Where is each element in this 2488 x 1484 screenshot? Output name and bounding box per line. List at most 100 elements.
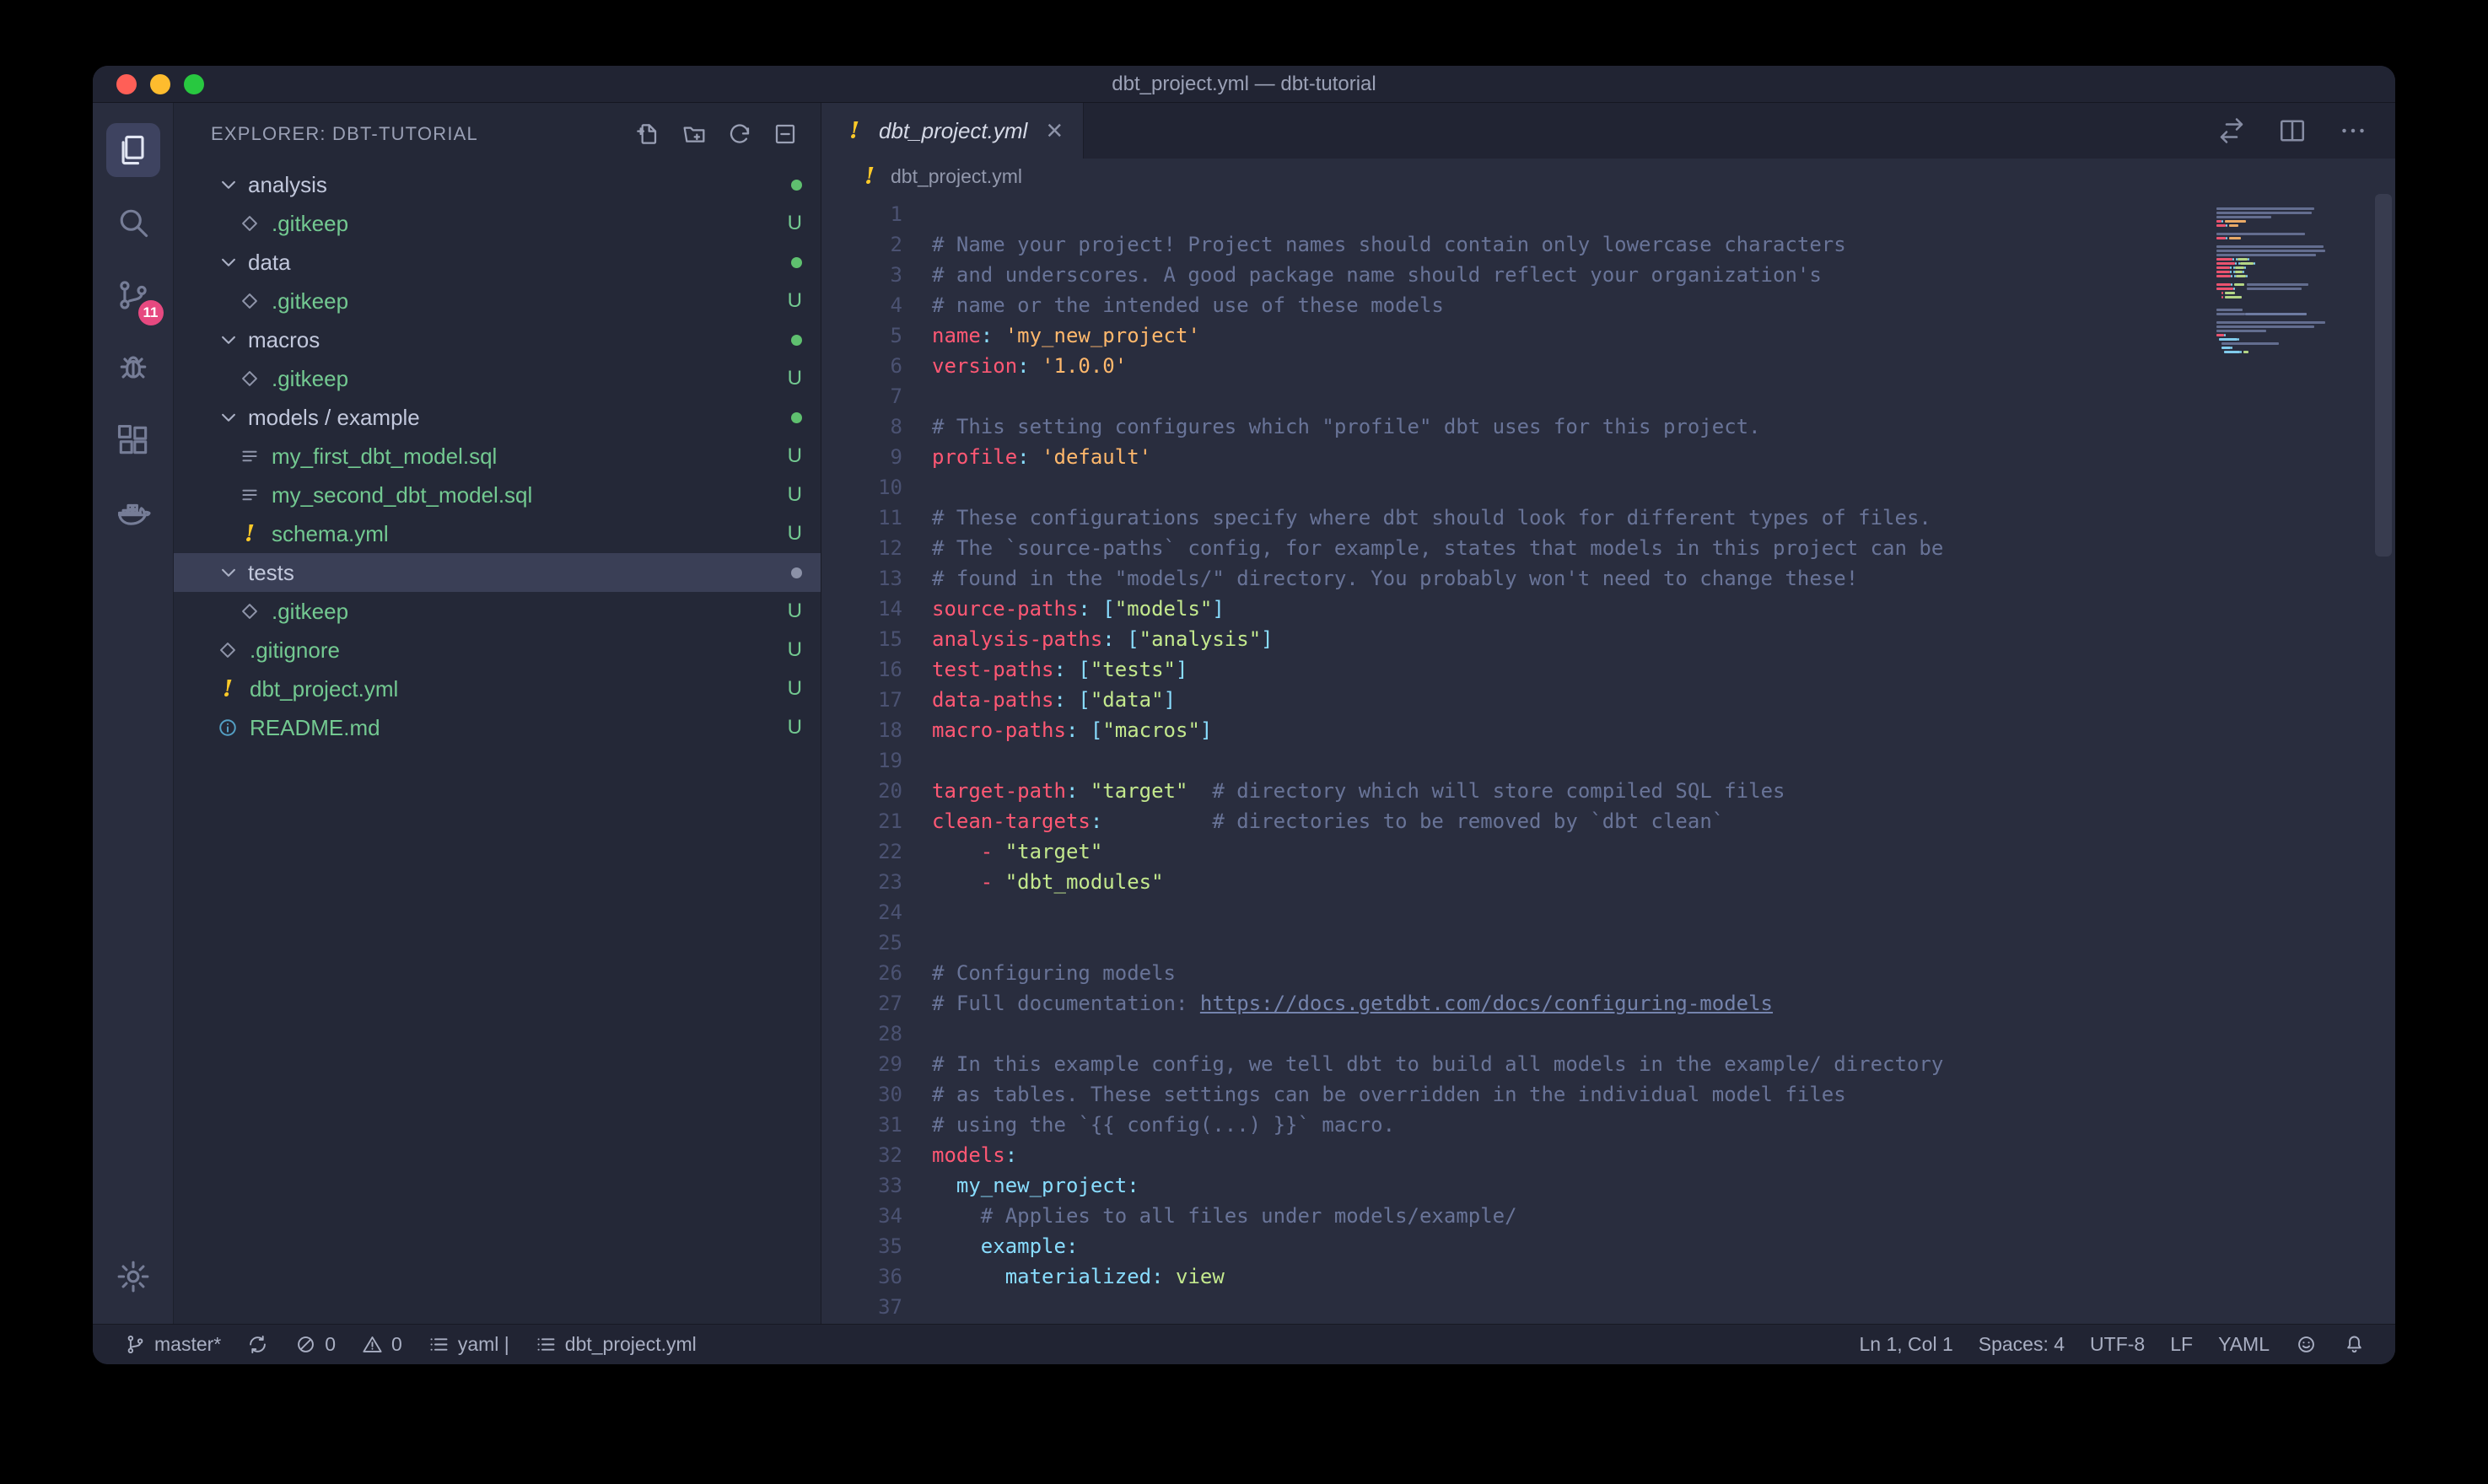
tab-dbt-project-yml[interactable]: ! dbt_project.yml ×	[821, 103, 1084, 159]
activity-debug-button[interactable]	[106, 341, 160, 395]
tree-item-gitkeep[interactable]: .gitkeepU	[174, 204, 821, 243]
minimap[interactable]	[2211, 194, 2372, 1324]
new-file-button[interactable]	[635, 121, 662, 148]
code-line-28[interactable]: 28	[821, 1019, 2211, 1049]
tree-item-tests[interactable]: tests	[174, 553, 821, 592]
status-notifications[interactable]	[2330, 1325, 2378, 1364]
code-line-21[interactable]: 21clean-targets: # directories to be rem…	[821, 806, 2211, 836]
code-line-30[interactable]: 30# as tables. These settings can be ove…	[821, 1079, 2211, 1110]
code-line-13[interactable]: 13# found in the "models/" directory. Yo…	[821, 563, 2211, 594]
code-line-9[interactable]: 9profile: 'default'	[821, 442, 2211, 472]
line-number: 37	[821, 1292, 902, 1322]
code-line-5[interactable]: 5name: 'my_new_project'	[821, 320, 2211, 351]
code-line-32[interactable]: 32models:	[821, 1140, 2211, 1170]
git-status-badge	[791, 257, 802, 268]
code-line-18[interactable]: 18macro-paths: ["macros"]	[821, 715, 2211, 745]
tree-item-gitkeep[interactable]: .gitkeepU	[174, 282, 821, 320]
new-folder-button[interactable]	[681, 121, 708, 148]
status-active-file[interactable]: dbt_project.yml	[522, 1325, 709, 1364]
activity-settings-button[interactable]	[106, 1250, 160, 1304]
code-line-19[interactable]: 19	[821, 745, 2211, 776]
tree-item-analysis[interactable]: analysis	[174, 165, 821, 204]
code-line-36[interactable]: 36 materialized: view	[821, 1261, 2211, 1292]
tree-item-data[interactable]: data	[174, 243, 821, 282]
code-line-26[interactable]: 26# Configuring models	[821, 958, 2211, 988]
line-number: 5	[821, 320, 902, 351]
line-number: 16	[821, 654, 902, 685]
split-editor-button[interactable]	[2277, 116, 2308, 146]
tree-item-readme-md[interactable]: README.mdU	[174, 708, 821, 747]
editor-scrollbar[interactable]	[2372, 194, 2395, 1324]
status-cursor-position[interactable]: Ln 1, Col 1	[1847, 1325, 1966, 1364]
activity-extensions-button[interactable]	[106, 413, 160, 467]
tree-item-gitkeep[interactable]: .gitkeepU	[174, 592, 821, 631]
open-changes-button[interactable]	[2216, 116, 2247, 146]
code-line-12[interactable]: 12# The `source-paths` config, for examp…	[821, 533, 2211, 563]
code-line-37[interactable]: 37	[821, 1292, 2211, 1322]
code-line-35[interactable]: 35 example:	[821, 1231, 2211, 1261]
status-sync[interactable]	[234, 1325, 282, 1364]
status-warnings[interactable]: 0	[348, 1325, 415, 1364]
code-line-7[interactable]: 7	[821, 381, 2211, 411]
breadcrumb-item[interactable]: dbt_project.yml	[891, 165, 1022, 188]
code-line-25[interactable]: 25	[821, 928, 2211, 958]
activity-search-button[interactable]	[106, 196, 160, 250]
code-line-34[interactable]: 34 # Applies to all files under models/e…	[821, 1201, 2211, 1231]
code-line-31[interactable]: 31# using the `{{ config(...) }}` macro.	[821, 1110, 2211, 1140]
code-line-22[interactable]: 22 - "target"	[821, 836, 2211, 867]
tree-item-my-first-dbt-model-sql[interactable]: my_first_dbt_model.sqlU	[174, 437, 821, 476]
code-line-8[interactable]: 8# This setting configures which "profil…	[821, 411, 2211, 442]
close-tab-icon[interactable]: ×	[1046, 116, 1063, 145]
code-line-27[interactable]: 27# Full documentation: https://docs.get…	[821, 988, 2211, 1019]
code-line-23[interactable]: 23 - "dbt_modules"	[821, 867, 2211, 897]
code-line-29[interactable]: 29# In this example config, we tell dbt …	[821, 1049, 2211, 1079]
code-line-10[interactable]: 10	[821, 472, 2211, 503]
status-language-mode-label: YAML	[2218, 1333, 2270, 1356]
status-eol[interactable]: LF	[2157, 1325, 2205, 1364]
activity-source-control-button[interactable]: 11	[106, 268, 160, 322]
code-line-4[interactable]: 4# name or the intended use of these mod…	[821, 290, 2211, 320]
breadcrumb[interactable]: ! dbt_project.yml	[821, 159, 2395, 194]
code-line-15[interactable]: 15analysis-paths: ["analysis"]	[821, 624, 2211, 654]
activity-explorer-button[interactable]	[106, 123, 160, 177]
code-line-17[interactable]: 17data-paths: ["data"]	[821, 685, 2211, 715]
line-number: 28	[821, 1019, 902, 1049]
close-window-button[interactable]	[116, 74, 137, 94]
status-language-mode[interactable]: YAML	[2205, 1325, 2282, 1364]
refresh-button[interactable]	[726, 121, 753, 148]
code-line-6[interactable]: 6version: '1.0.0'	[821, 351, 2211, 381]
status-encoding[interactable]: UTF-8	[2077, 1325, 2157, 1364]
status-indentation[interactable]: Spaces: 4	[1966, 1325, 2077, 1364]
tree-item-label: .gitkeep	[272, 211, 348, 237]
tree-item-macros[interactable]: macros	[174, 320, 821, 359]
list-icon	[428, 1333, 450, 1356]
code-line-11[interactable]: 11# These configurations specify where d…	[821, 503, 2211, 533]
code-line-3[interactable]: 3# and underscores. A good package name …	[821, 260, 2211, 290]
code-line-text: version: '1.0.0'	[902, 351, 1127, 381]
more-actions-button[interactable]	[2338, 116, 2368, 146]
tab-label: dbt_project.yml	[879, 118, 1027, 144]
zoom-window-button[interactable]	[184, 74, 204, 94]
tree-item-my-second-dbt-model-sql[interactable]: my_second_dbt_model.sqlU	[174, 476, 821, 514]
tree-item-dbt-project-yml[interactable]: !dbt_project.ymlU	[174, 669, 821, 708]
code-line-20[interactable]: 20target-path: "target" # directory whic…	[821, 776, 2211, 806]
status-errors[interactable]: 0	[282, 1325, 348, 1364]
code-editor[interactable]: 12# Name your project! Project names sho…	[821, 194, 2211, 1324]
code-line-1[interactable]: 1	[821, 199, 2211, 229]
code-line-16[interactable]: 16test-paths: ["tests"]	[821, 654, 2211, 685]
minimize-window-button[interactable]	[150, 74, 170, 94]
status-branch[interactable]: master*	[111, 1325, 234, 1364]
scrollbar-thumb[interactable]	[2375, 194, 2392, 556]
code-line-2[interactable]: 2# Name your project! Project names shou…	[821, 229, 2211, 260]
code-line-24[interactable]: 24	[821, 897, 2211, 928]
activity-docker-button[interactable]	[106, 486, 160, 540]
tree-item-gitkeep[interactable]: .gitkeepU	[174, 359, 821, 398]
status-feedback[interactable]	[2282, 1325, 2330, 1364]
tree-item-models-example[interactable]: models / example	[174, 398, 821, 437]
tree-item-schema-yml[interactable]: !schema.ymlU	[174, 514, 821, 553]
status-yaml-extension[interactable]: yaml |	[415, 1325, 522, 1364]
collapse-all-button[interactable]	[772, 121, 799, 148]
code-line-14[interactable]: 14source-paths: ["models"]	[821, 594, 2211, 624]
code-line-33[interactable]: 33 my_new_project:	[821, 1170, 2211, 1201]
tree-item-gitignore[interactable]: .gitignoreU	[174, 631, 821, 669]
